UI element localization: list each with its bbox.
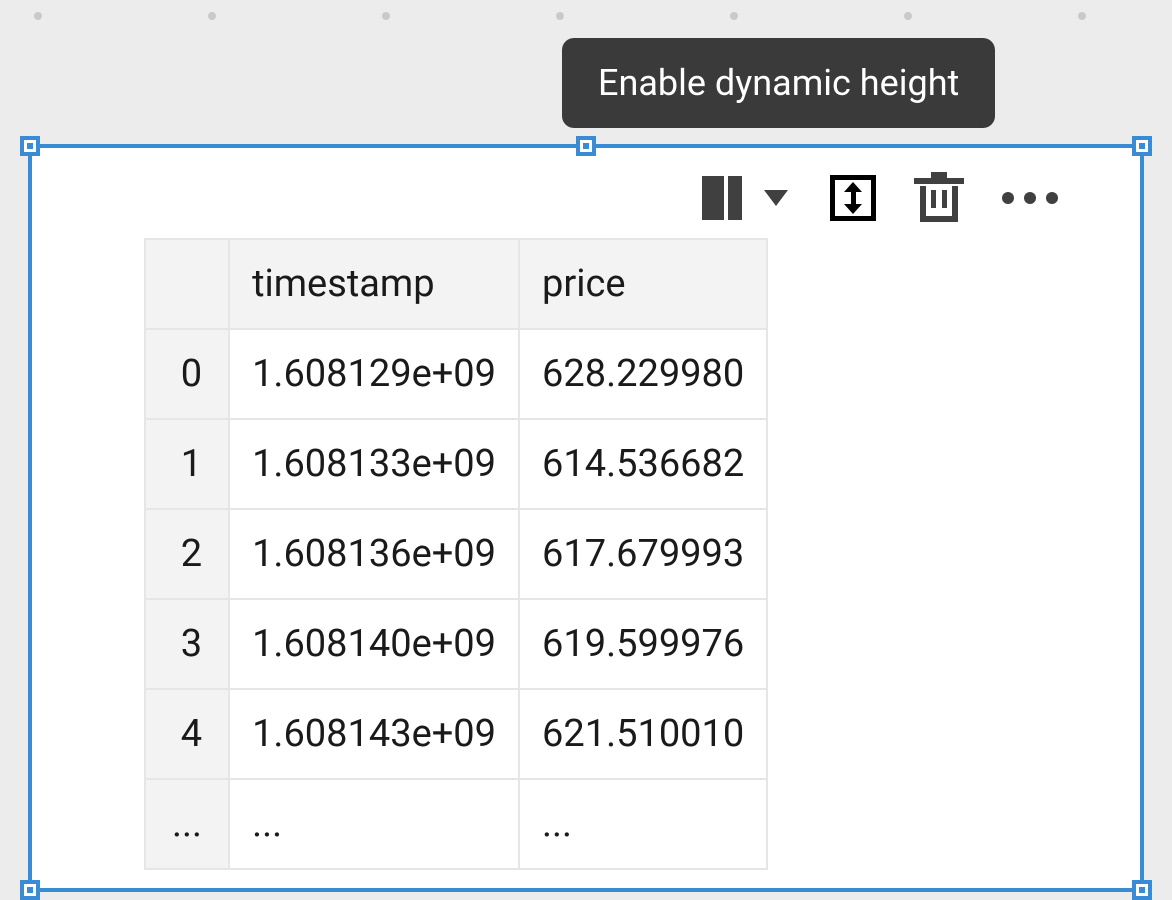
cell-timestamp: 1.608129e+09 <box>229 329 519 419</box>
resize-handle-bottom-right[interactable] <box>1132 880 1152 900</box>
dynamic-height-icon[interactable] <box>830 175 876 221</box>
row-index: 2 <box>145 509 229 599</box>
trash-icon[interactable] <box>918 174 960 222</box>
column-header-price[interactable]: price <box>519 239 767 329</box>
table-row: 1 1.608133e+09 614.536682 <box>145 419 767 509</box>
more-icon[interactable] <box>1002 192 1058 204</box>
row-index: 1 <box>145 419 229 509</box>
cell-price: 628.229980 <box>519 329 767 419</box>
cell-timestamp: 1.608140e+09 <box>229 599 519 689</box>
tooltip: Enable dynamic height <box>562 38 995 128</box>
columns-icon[interactable] <box>702 176 746 220</box>
table-row-ellipsis: ... ... ... <box>145 779 767 869</box>
cell-timestamp: 1.608136e+09 <box>229 509 519 599</box>
row-index-ellipsis: ... <box>145 779 229 869</box>
tooltip-text: Enable dynamic height <box>598 62 959 104</box>
resize-handle-bottom-left[interactable] <box>20 880 40 900</box>
table-corner <box>145 239 229 329</box>
resize-handle-top-center[interactable] <box>576 136 596 156</box>
row-index: 4 <box>145 689 229 779</box>
caret-down-icon[interactable] <box>764 190 788 206</box>
cell-price: 619.599976 <box>519 599 767 689</box>
table-row: 0 1.608129e+09 628.229980 <box>145 329 767 419</box>
selected-widget[interactable]: timestamp price 0 1.608129e+09 628.22998… <box>28 144 1144 892</box>
data-table: timestamp price 0 1.608129e+09 628.22998… <box>144 238 768 870</box>
cell-timestamp: 1.608143e+09 <box>229 689 519 779</box>
cell-price: 617.679993 <box>519 509 767 599</box>
resize-handle-top-left[interactable] <box>20 136 40 156</box>
widget-toolbar <box>702 174 1058 222</box>
cell-timestamp-ellipsis: ... <box>229 779 519 869</box>
cell-price: 621.510010 <box>519 689 767 779</box>
table-row: 2 1.608136e+09 617.679993 <box>145 509 767 599</box>
row-index: 0 <box>145 329 229 419</box>
cell-timestamp: 1.608133e+09 <box>229 419 519 509</box>
cell-price: 614.536682 <box>519 419 767 509</box>
row-index: 3 <box>145 599 229 689</box>
table-row: 3 1.608140e+09 619.599976 <box>145 599 767 689</box>
resize-handle-top-right[interactable] <box>1132 136 1152 156</box>
cell-price-ellipsis: ... <box>519 779 767 869</box>
column-header-timestamp[interactable]: timestamp <box>229 239 519 329</box>
table-header-row: timestamp price <box>145 239 767 329</box>
table-row: 4 1.608143e+09 621.510010 <box>145 689 767 779</box>
